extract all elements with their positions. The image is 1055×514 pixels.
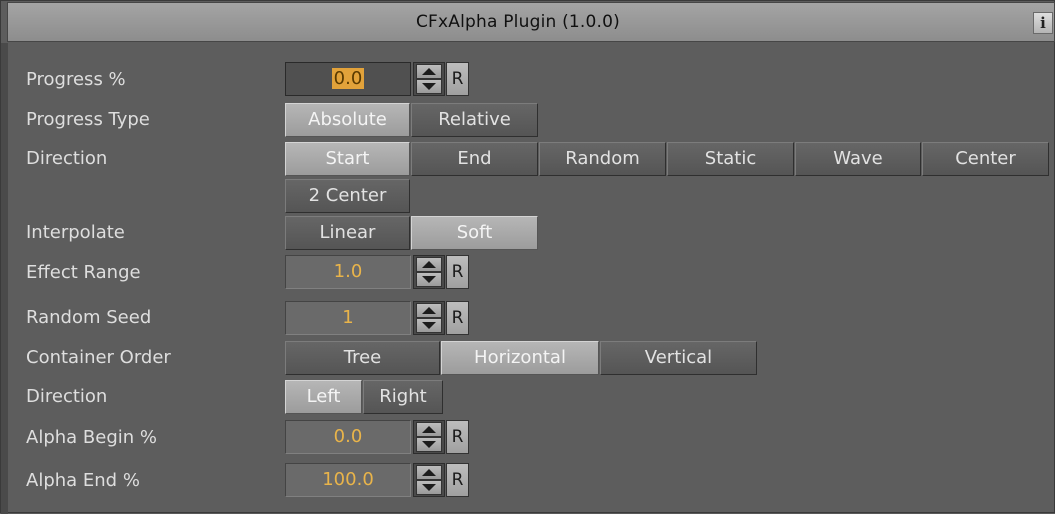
interpolate-linear-button[interactable]: Linear [285, 216, 410, 250]
effect-range-reset-button[interactable]: R [446, 255, 469, 289]
direction-wave-button[interactable]: Wave [795, 142, 921, 176]
interpolate-soft-button[interactable]: Soft [411, 216, 538, 250]
panel-left-edge [1, 43, 8, 514]
progress-value: 0.0 [331, 68, 365, 89]
progress-stepper[interactable] [413, 62, 445, 96]
arrow-up-icon [422, 68, 436, 75]
plugin-title: CFxAlpha Plugin (1.0.0) [415, 12, 620, 32]
random-seed-label: Random Seed [26, 307, 152, 328]
arrow-down-icon [422, 322, 436, 329]
alpha-begin-input[interactable]: 0.0 [285, 420, 411, 454]
alpha-begin-stepper[interactable] [413, 420, 445, 454]
arrow-up-icon [422, 469, 436, 476]
arrow-down-icon [422, 276, 436, 283]
alpha-end-increment-button[interactable] [416, 465, 442, 480]
alpha-begin-increment-button[interactable] [416, 422, 442, 437]
plugin-panel: CFxAlpha Plugin (1.0.0) i Progress % 0.0… [0, 0, 1055, 514]
direction2-left-button[interactable]: Left [285, 380, 362, 414]
progress-type-label: Progress Type [26, 109, 150, 130]
arrow-down-icon [422, 83, 436, 90]
alpha-begin-reset-button[interactable]: R [446, 420, 469, 454]
direction-label: Direction [26, 148, 108, 169]
progress-increment-button[interactable] [416, 64, 442, 79]
progress-label: Progress % [26, 69, 126, 90]
progress-type-relative-button[interactable]: Relative [411, 103, 538, 137]
container-order-label: Container Order [26, 347, 171, 368]
effect-range-decrement-button[interactable] [416, 272, 442, 287]
title-bar: CFxAlpha Plugin (1.0.0) i [7, 2, 1055, 42]
container-order-horizontal-button[interactable]: Horizontal [441, 341, 599, 375]
direction2-right-button[interactable]: Right [363, 380, 443, 414]
direction-center-button[interactable]: Center [922, 142, 1049, 176]
interpolate-label: Interpolate [26, 222, 125, 243]
progress-reset-button[interactable]: R [446, 62, 469, 96]
direction2-label: Direction [26, 386, 108, 407]
arrow-up-icon [422, 261, 436, 268]
alpha-end-reset-button[interactable]: R [446, 463, 469, 497]
arrow-down-icon [422, 484, 436, 491]
progress-input[interactable]: 0.0 [285, 62, 411, 96]
effect-range-label: Effect Range [26, 262, 141, 283]
random-seed-input[interactable]: 1 [285, 301, 411, 335]
arrow-up-icon [422, 307, 436, 314]
alpha-end-label: Alpha End % [26, 470, 140, 491]
effect-range-increment-button[interactable] [416, 257, 442, 272]
direction-2center-button[interactable]: 2 Center [285, 179, 410, 213]
direction-start-button[interactable]: Start [285, 142, 410, 176]
effect-range-stepper[interactable] [413, 255, 445, 289]
progress-type-absolute-button[interactable]: Absolute [285, 103, 410, 137]
arrow-down-icon [422, 441, 436, 448]
direction-static-button[interactable]: Static [667, 142, 794, 176]
container-order-tree-button[interactable]: Tree [285, 341, 440, 375]
random-seed-reset-button[interactable]: R [446, 301, 469, 335]
container-order-vertical-button[interactable]: Vertical [600, 341, 757, 375]
alpha-end-decrement-button[interactable] [416, 480, 442, 495]
info-button[interactable]: i [1033, 12, 1053, 34]
arrow-up-icon [422, 426, 436, 433]
alpha-begin-label: Alpha Begin % [26, 427, 157, 448]
direction-end-button[interactable]: End [411, 142, 538, 176]
alpha-begin-decrement-button[interactable] [416, 437, 442, 452]
progress-decrement-button[interactable] [416, 79, 442, 94]
alpha-end-input[interactable]: 100.0 [285, 463, 411, 497]
random-seed-increment-button[interactable] [416, 303, 442, 318]
effect-range-input[interactable]: 1.0 [285, 255, 411, 289]
random-seed-decrement-button[interactable] [416, 318, 442, 333]
alpha-end-stepper[interactable] [413, 463, 445, 497]
random-seed-stepper[interactable] [413, 301, 445, 335]
direction-random-button[interactable]: Random [539, 142, 666, 176]
